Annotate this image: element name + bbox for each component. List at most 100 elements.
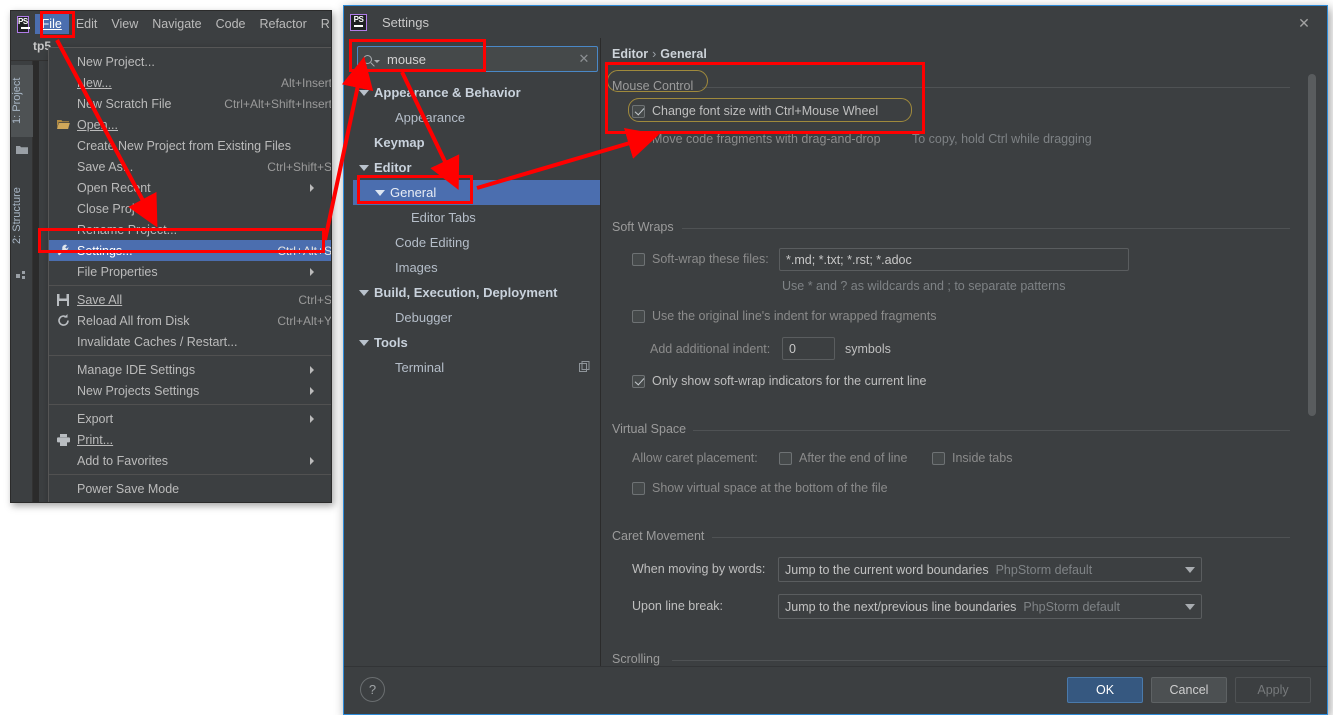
tree-item-label: Appearance xyxy=(395,110,466,125)
menu-navigate[interactable]: Navigate xyxy=(145,14,208,34)
checkbox-icon[interactable] xyxy=(632,374,645,388)
breadcrumb-separator: › xyxy=(652,47,657,61)
vertical-scrollbar[interactable] xyxy=(1308,74,1316,416)
folder-icon xyxy=(16,143,28,155)
checkbox-move-code-fragments[interactable]: Move code fragments with drag-and-drop xyxy=(632,132,881,146)
menu-item-new[interactable]: New... Alt+Insert xyxy=(49,72,331,93)
close-icon[interactable]: ✕ xyxy=(1297,16,1311,30)
soft-wrap-files-input[interactable]: *.md; *.txt; *.rst; *.adoc xyxy=(779,248,1129,271)
breadcrumb-leaf: General xyxy=(660,47,707,61)
menu-item-invalidate-caches[interactable]: Invalidate Caches / Restart... xyxy=(49,331,331,352)
when-moving-by-words-label: When moving by words: xyxy=(632,562,766,576)
when-moving-by-words-select[interactable]: Jump to the current word boundaries PhpS… xyxy=(778,557,1202,582)
chevron-down-icon xyxy=(375,189,385,196)
checkbox-icon[interactable] xyxy=(632,104,645,118)
menu-item-create-new-project-from-existing-files[interactable]: Create New Project from Existing Files xyxy=(49,135,331,156)
sidebar-item-keymap[interactable]: Keymap xyxy=(353,130,600,155)
menu-item-label: Print... xyxy=(77,432,114,447)
sidebar-item-appearance-and-behavior[interactable]: Appearance & Behavior xyxy=(353,80,600,105)
menu-run[interactable]: R xyxy=(314,14,331,34)
menu-item-rename-project[interactable]: Rename Project... xyxy=(49,219,331,240)
menu-item-new-scratch-file[interactable]: New Scratch File Ctrl+Alt+Shift+Insert xyxy=(49,93,331,114)
submenu-arrow-icon xyxy=(310,414,331,423)
checkbox-show-virtual-space[interactable]: Show virtual space at the bottom of the … xyxy=(632,481,888,495)
menu-separator xyxy=(49,474,331,475)
chevron-down-icon xyxy=(359,289,369,296)
menu-item-power-save-mode[interactable]: Power Save Mode xyxy=(49,478,331,499)
sidebar-item-tools[interactable]: Tools xyxy=(353,330,600,355)
group-rule xyxy=(672,660,1290,661)
menu-item-new-projects-settings[interactable]: New Projects Settings xyxy=(49,380,331,401)
menu-item-reload-all-from-disk[interactable]: Reload All from Disk Ctrl+Alt+Y xyxy=(49,310,331,331)
checkbox-icon[interactable] xyxy=(932,451,945,465)
ok-button[interactable]: OK xyxy=(1067,677,1143,703)
checkbox-after-end-of-line[interactable]: After the end of line xyxy=(779,451,907,465)
upon-line-break-select[interactable]: Jump to the next/previous line boundarie… xyxy=(778,594,1202,619)
submenu-arrow-icon xyxy=(310,365,331,374)
menu-item-manage-ide-settings[interactable]: Manage IDE Settings xyxy=(49,359,331,380)
sidebar-item-code-editing[interactable]: Code Editing xyxy=(353,230,600,255)
help-button[interactable]: ? xyxy=(360,677,385,702)
menu-edit[interactable]: Edit xyxy=(69,14,105,34)
search-input[interactable] xyxy=(383,51,571,67)
menu-item-new-project[interactable]: New Project... xyxy=(49,51,331,72)
checkbox-soft-wrap-files[interactable]: Soft-wrap these files: xyxy=(632,252,769,266)
ide-window: PS File Edit View Navigate Code Refactor… xyxy=(10,10,332,503)
menu-item-save-all[interactable]: Save All Ctrl+S xyxy=(49,289,332,310)
group-rule xyxy=(712,537,1290,538)
search-box[interactable]: ✕ xyxy=(357,46,598,72)
checkbox-change-font-size[interactable]: Change font size with Ctrl+Mouse Wheel xyxy=(632,104,878,118)
sidebar-item-images[interactable]: Images xyxy=(353,255,600,280)
select-default-hint: PhpStorm default xyxy=(1023,599,1120,614)
sidebar-item-general[interactable]: General xyxy=(353,180,600,205)
menu-item-settings[interactable]: Settings... Ctrl+Alt+S xyxy=(49,240,331,261)
menu-item-add-to-favorites[interactable]: Add to Favorites xyxy=(49,450,331,471)
checkbox-icon[interactable] xyxy=(632,132,645,146)
menu-item-export[interactable]: Export xyxy=(49,408,331,429)
sidebar-item-terminal[interactable]: Terminal xyxy=(353,355,600,380)
sidebar-item-editor-tabs[interactable]: Editor Tabs xyxy=(353,205,600,230)
menu-refactor[interactable]: Refactor xyxy=(252,14,313,34)
menu-item-accel: Ctrl+S xyxy=(298,292,332,307)
menu-item-label: New Scratch File xyxy=(77,96,172,111)
checkbox-inside-tabs[interactable]: Inside tabs xyxy=(932,451,1012,465)
menu-item-save-as[interactable]: Save As... Ctrl+Shift+S xyxy=(49,156,331,177)
menu-item-print[interactable]: Print... xyxy=(49,429,331,450)
menu-separator xyxy=(49,404,331,405)
checkbox-only-show-indicators[interactable]: Only show soft-wrap indicators for the c… xyxy=(632,374,926,388)
checkbox-original-indent[interactable]: Use the original line's indent for wrapp… xyxy=(632,309,937,323)
checkbox-icon[interactable] xyxy=(632,252,645,266)
apply-button[interactable]: Apply xyxy=(1235,677,1311,703)
folder-open-icon xyxy=(56,118,70,132)
sidebar-item-debugger[interactable]: Debugger xyxy=(353,305,600,330)
group-title-virtual-space: Virtual Space xyxy=(612,422,694,436)
menu-file[interactable]: File xyxy=(34,14,69,34)
wildcard-hint: Use * and ? as wildcards and ; to separa… xyxy=(782,279,1066,293)
checkbox-icon[interactable] xyxy=(632,309,645,323)
copy-icon xyxy=(579,360,590,375)
sidebar-item-appearance[interactable]: Appearance xyxy=(353,105,600,130)
menu-item-label: New Projects Settings xyxy=(77,383,200,398)
menu-item-open[interactable]: Open... xyxy=(49,114,331,135)
sidebar-item-structure[interactable]: 2: Structure xyxy=(11,171,33,261)
menu-view[interactable]: View xyxy=(104,14,145,34)
cancel-button[interactable]: Cancel xyxy=(1151,677,1227,703)
chevron-down-icon xyxy=(359,89,369,96)
menu-code[interactable]: Code xyxy=(209,14,253,34)
menu-item-open-recent[interactable]: Open Recent xyxy=(49,177,331,198)
additional-indent-input[interactable]: 0 xyxy=(782,337,835,360)
sidebar-item-build-execution-deployment[interactable]: Build, Execution, Deployment xyxy=(353,280,600,305)
sidebar-item-editor[interactable]: Editor xyxy=(353,155,600,180)
sidebar-item-project[interactable]: 1: Project xyxy=(11,65,33,137)
checkbox-icon[interactable] xyxy=(632,481,645,495)
group-rule xyxy=(692,430,1290,431)
checkbox-icon[interactable] xyxy=(779,451,792,465)
checkbox-label: After the end of line xyxy=(799,451,908,465)
chevron-down-icon xyxy=(1185,603,1195,610)
menu-item-close-project[interactable]: Close Project xyxy=(49,198,331,219)
menu-item-file-properties[interactable]: File Properties xyxy=(49,261,331,282)
group-title-scrolling: Scrolling xyxy=(612,652,667,666)
select-value: Jump to the next/previous line boundarie… xyxy=(785,599,1017,614)
breadcrumb-root[interactable]: Editor xyxy=(612,47,648,61)
clear-search-icon[interactable]: ✕ xyxy=(571,51,597,67)
